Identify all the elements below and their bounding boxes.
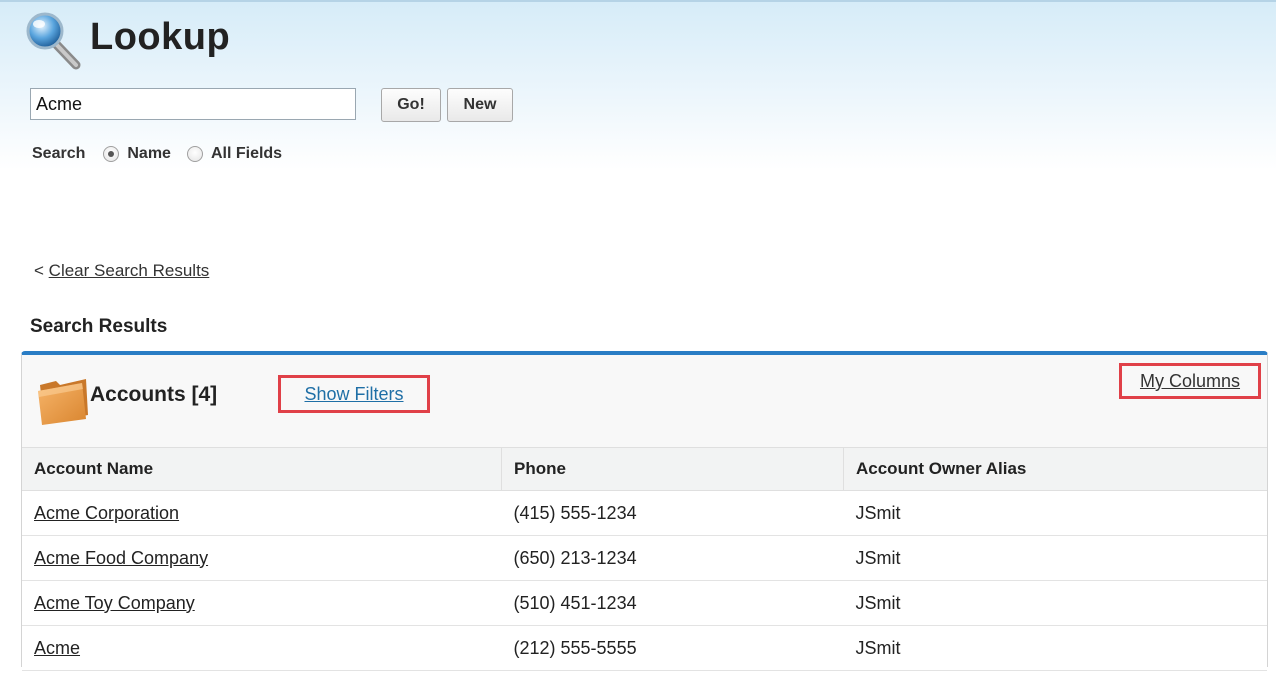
phone-cell: (650) 213-1234	[501, 535, 844, 581]
account-name-link[interactable]: Acme Corporation	[34, 503, 179, 523]
magnifier-icon	[26, 12, 81, 70]
owner-alias-cell: JSmit	[843, 625, 1267, 671]
account-name-link[interactable]: Acme Toy Company	[34, 593, 195, 613]
results-panel-header: Accounts [4] Show Filters My Columns	[22, 355, 1267, 447]
search-scope-label: Search	[32, 145, 86, 162]
column-header-phone[interactable]: Phone	[501, 447, 844, 491]
clear-search-results-link[interactable]: Clear Search Results	[49, 261, 210, 280]
scope-name-radio[interactable]	[103, 146, 120, 162]
lookup-header: Lookup Go! New Search Name All Fields	[0, 0, 1276, 170]
my-columns-link[interactable]: My Columns	[1119, 363, 1261, 399]
column-header-account-name[interactable]: Account Name	[22, 447, 502, 491]
column-header-owner-alias[interactable]: Account Owner Alias	[843, 447, 1267, 491]
table-header-row: Account Name Phone Account Owner Alias	[22, 447, 1267, 491]
results-table: Account Name Phone Account Owner Alias A…	[22, 447, 1267, 671]
owner-alias-cell: JSmit	[843, 490, 1267, 536]
scope-name-label[interactable]: Name	[127, 145, 171, 163]
account-name-link[interactable]: Acme	[34, 638, 80, 658]
scope-all-fields-radio[interactable]	[186, 146, 203, 162]
results-panel: Accounts [4] Show Filters My Columns Acc…	[21, 351, 1268, 671]
owner-alias-cell: JSmit	[843, 580, 1267, 626]
table-row: Acme Toy Company (510) 451-1234 JSmit	[22, 580, 1267, 626]
account-name-cell: Acme Food Company	[22, 535, 502, 581]
new-button[interactable]: New	[447, 88, 513, 122]
search-input[interactable]	[30, 88, 356, 120]
account-name-cell: Acme Corporation	[22, 490, 502, 536]
phone-cell: (415) 555-1234	[501, 490, 844, 536]
scope-all-fields-label[interactable]: All Fields	[211, 145, 282, 163]
account-name-link[interactable]: Acme Food Company	[34, 548, 208, 568]
search-scope: Search Name All Fields	[32, 142, 298, 166]
go-button[interactable]: Go!	[381, 88, 441, 122]
page-title: Lookup	[90, 16, 231, 58]
table-row: Acme Corporation (415) 555-1234 JSmit	[22, 490, 1267, 536]
folder-icon	[38, 379, 88, 425]
table-row: Acme Food Company (650) 213-1234 JSmit	[22, 535, 1267, 581]
account-name-cell: Acme	[22, 625, 502, 671]
search-results-heading: Search Results	[30, 316, 168, 337]
accounts-title: Accounts [4]	[90, 383, 218, 406]
show-filters-link[interactable]: Show Filters	[278, 375, 430, 413]
account-name-cell: Acme Toy Company	[22, 580, 502, 626]
table-row: Acme (212) 555-5555 JSmit	[22, 625, 1267, 671]
clear-search-row: < Clear Search Results	[34, 261, 209, 281]
back-chevron: <	[34, 261, 44, 280]
phone-cell: (510) 451-1234	[501, 580, 844, 626]
phone-cell: (212) 555-5555	[501, 625, 844, 671]
owner-alias-cell: JSmit	[843, 535, 1267, 581]
